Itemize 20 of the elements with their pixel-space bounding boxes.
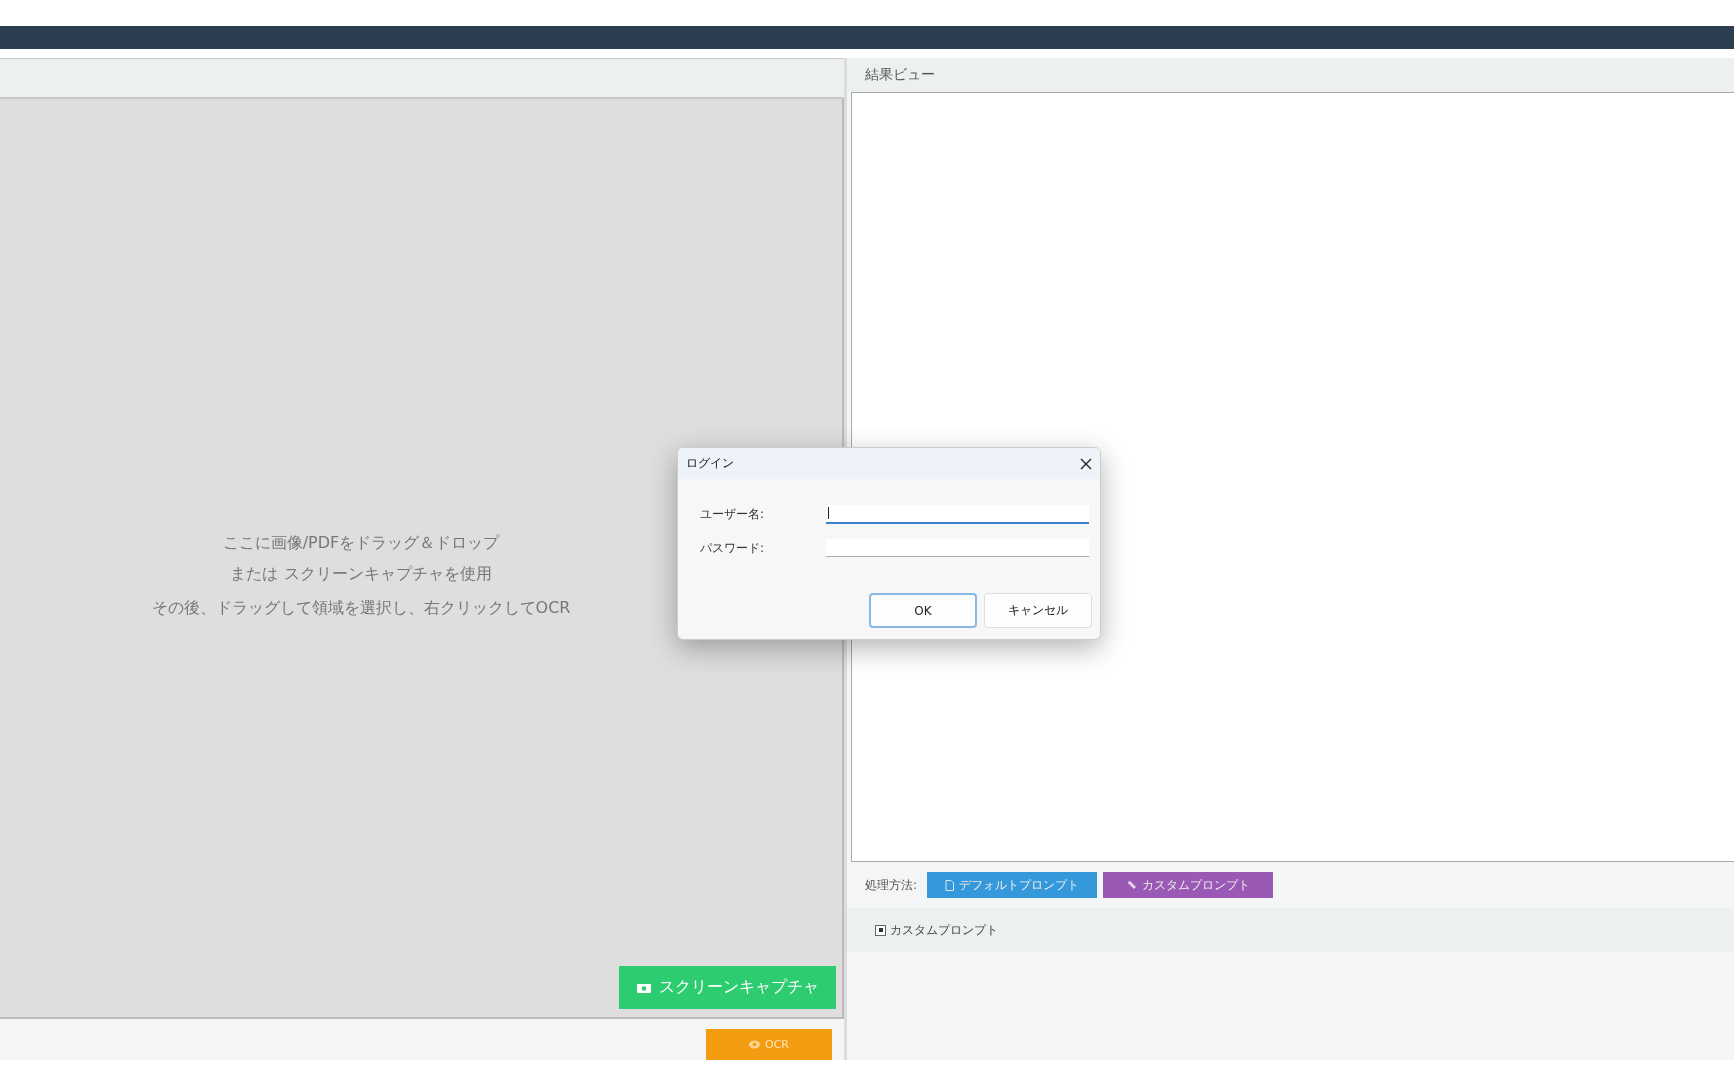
drop-instruction: ここに画像/PDFをドラッグ＆ドロップ (221, 532, 501, 554)
field-label: パスワード: (700, 539, 766, 557)
input-field[interactable] (826, 539, 1089, 557)
checkbox[interactable] (875, 924, 886, 936)
panel-title: 結果ビュー (865, 66, 935, 84)
dialog-button[interactable]: キャンセル (984, 593, 1092, 628)
wrench-icon (1126, 880, 1137, 890)
dialog-button[interactable]: OK (869, 593, 977, 628)
document-icon (945, 879, 955, 891)
drop-hint: その後、ドラッグして領域を選択し、右クリックしてOCR (151, 598, 571, 619)
method-label: 処理方法: (865, 876, 918, 894)
field-label: ユーザー名: (700, 505, 766, 523)
prompt-button[interactable]: デフォルトプロンプト (927, 872, 1098, 898)
dialog-title: ログイン (686, 455, 734, 472)
input-field[interactable] (826, 504, 1089, 524)
camera-icon (636, 982, 651, 993)
close-icon[interactable] (1080, 457, 1092, 470)
prompt-button[interactable]: カスタムプロンプト (1103, 872, 1274, 898)
eye-icon (749, 1040, 760, 1049)
drop-instruction: または スクリーンキャプチャを使用 (229, 563, 493, 585)
